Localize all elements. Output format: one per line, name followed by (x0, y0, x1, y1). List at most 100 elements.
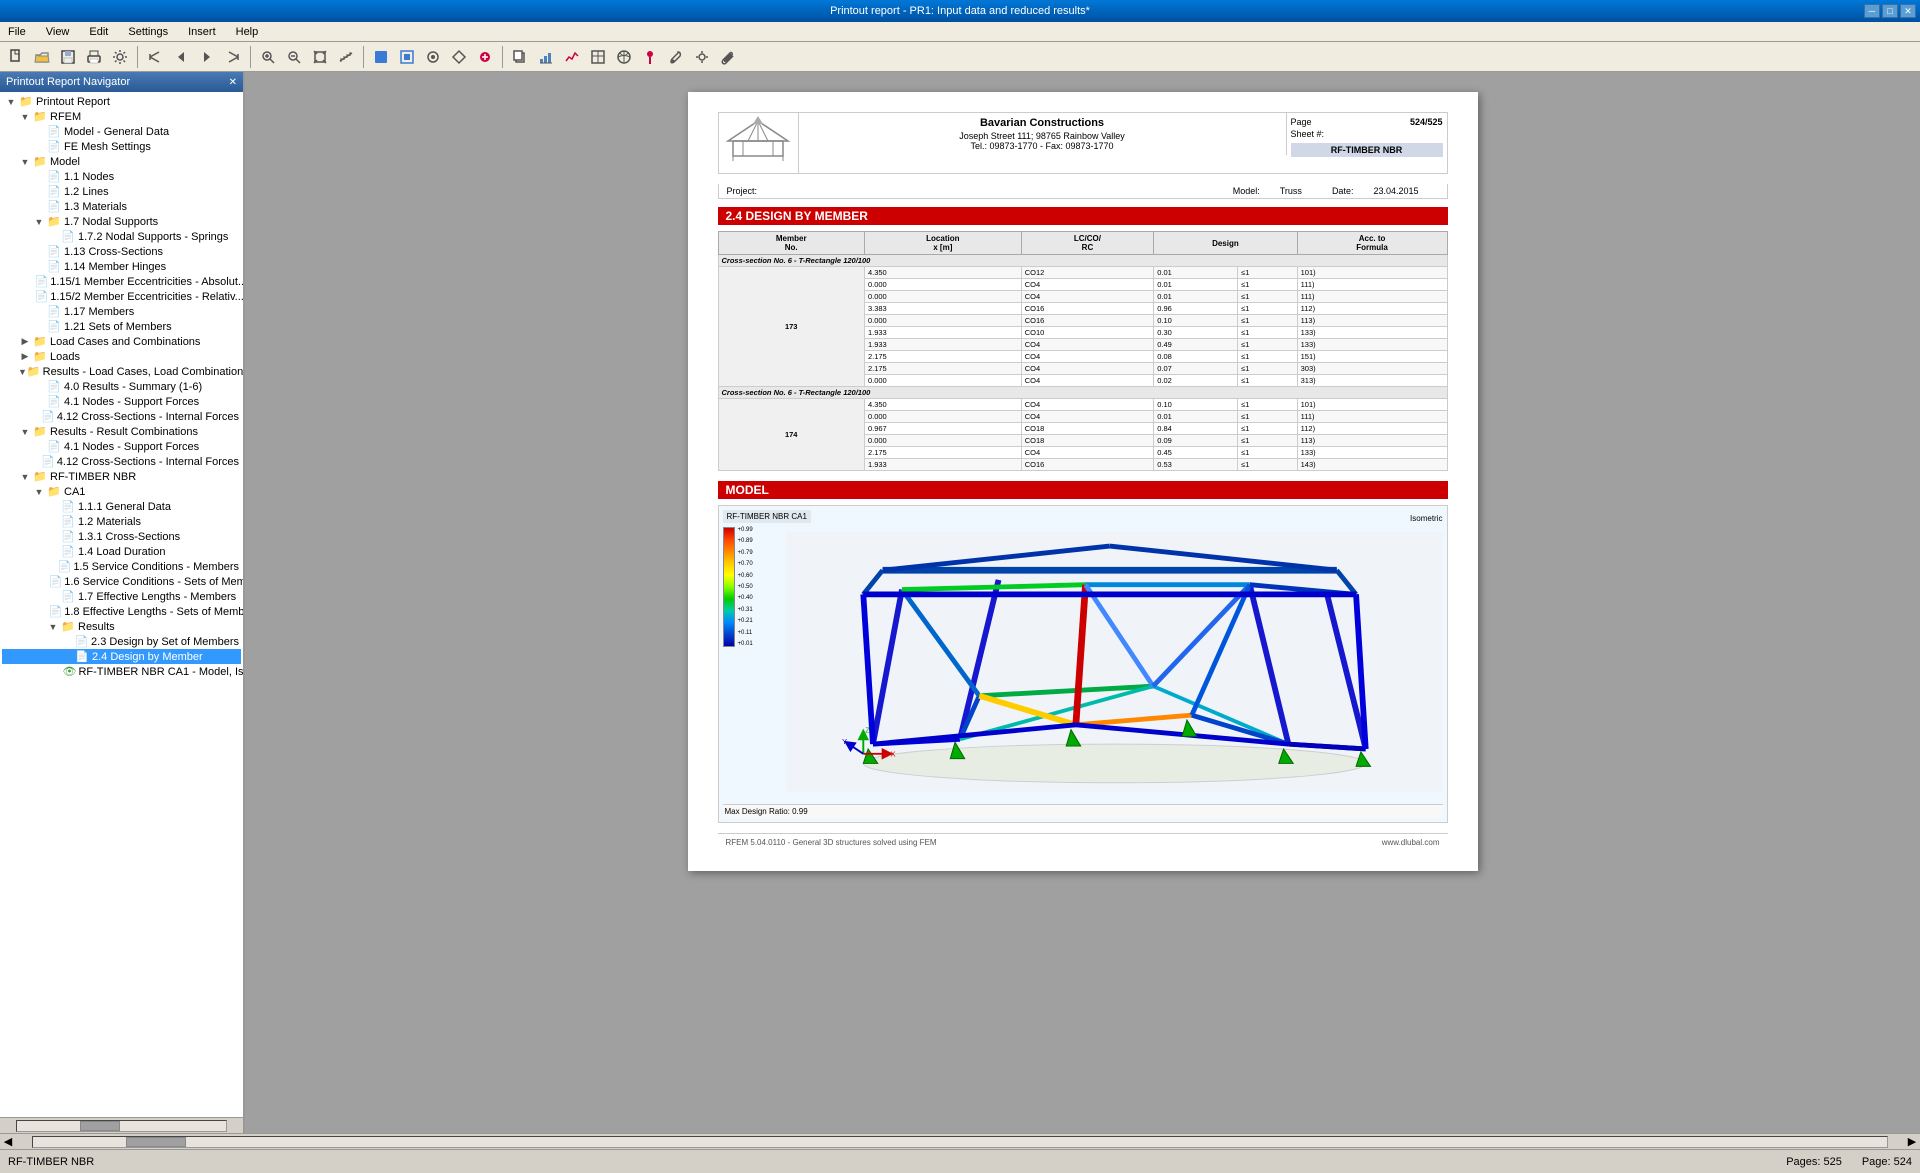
tree-item-model[interactable]: ▼ 📁 Model (2, 154, 241, 169)
tree-item-nodal-springs[interactable]: 📄 1.7.2 Nodal Supports - Springs (2, 229, 241, 244)
tree-item-load-duration[interactable]: 📄 1.4 Load Duration (2, 544, 241, 559)
ratio: 0.01 (1154, 411, 1238, 423)
tree-item-eff-lengths-sets[interactable]: 📄 1.8 Effective Lengths - Sets of Member… (2, 604, 241, 619)
tree-arrow: ▼ (18, 112, 32, 122)
menu-help[interactable]: Help (232, 24, 263, 40)
section-title: 2.4 DESIGN BY MEMBER (726, 209, 868, 223)
toolbar-settings[interactable] (108, 45, 132, 69)
toolbar-select2[interactable] (395, 45, 419, 69)
tree-item-sets[interactable]: 📄 1.21 Sets of Members (2, 319, 241, 334)
toolbar-zoom-in[interactable] (256, 45, 280, 69)
toolbar-prev[interactable] (169, 45, 193, 69)
scroll-left-btn[interactable]: ◀ (0, 1135, 16, 1148)
toolbar-select5[interactable] (473, 45, 497, 69)
toolbar-new[interactable] (4, 45, 28, 69)
toolbar-table[interactable] (586, 45, 610, 69)
tree-item-results-rc[interactable]: ▼ 📁 Results - Result Combinations (2, 424, 241, 439)
toolbar-save[interactable] (56, 45, 80, 69)
scroll-thumb[interactable] (126, 1137, 186, 1147)
toolbar-fit[interactable] (308, 45, 332, 69)
tree-item-design-member[interactable]: 📄 2.4 Design by Member (2, 649, 241, 664)
toolbar-next-next[interactable] (221, 45, 245, 69)
tree-item-members[interactable]: 📄 1.17 Members (2, 304, 241, 319)
tree-item-root[interactable]: ▼ 📁 Printout Report (2, 94, 241, 109)
tree-item-results-ca1[interactable]: ▼ 📁 Results (2, 619, 241, 634)
tree-item-materials-ca1[interactable]: 📄 1.2 Materials (2, 514, 241, 529)
tree-item-results-summary[interactable]: 📄 4.0 Results - Summary (1-6) (2, 379, 241, 394)
tree-item-model-general[interactable]: 📄 Model - General Data (2, 124, 241, 139)
tree-item-cs-if[interactable]: 📄 4.12 Cross-Sections - Internal Forces (2, 409, 241, 424)
content-area[interactable]: Bavarian Constructions Joseph Street 111… (245, 72, 1920, 1133)
folder-icon: 📁 (32, 110, 48, 123)
panel-h-scrollbar[interactable] (0, 1117, 243, 1133)
tree-item-rf-timber[interactable]: ▼ 📁 RF-TIMBER NBR (2, 469, 241, 484)
tree-item-design-set[interactable]: 📄 2.3 Design by Set of Members (2, 634, 241, 649)
tree-item-fe-mesh[interactable]: 📄 FE Mesh Settings (2, 139, 241, 154)
minimize-button[interactable]: ─ (1864, 4, 1880, 18)
tree-item-model-view[interactable]: 👁 RF-TIMBER NBR CA1 - Model, Isome... (2, 664, 241, 679)
tree-item-cross-sections[interactable]: 📄 1.13 Cross-Sections (2, 244, 241, 259)
toolbar-paperclip[interactable] (716, 45, 740, 69)
model-label: RF-TIMBER NBR CA1 (723, 510, 811, 523)
menu-insert[interactable]: Insert (184, 24, 220, 40)
toolbar-prev-prev[interactable] (143, 45, 167, 69)
tree-item-ecc-abs[interactable]: 📄 1.15/1 Member Eccentricities - Absolut… (2, 274, 241, 289)
menu-file[interactable]: File (4, 24, 30, 40)
tree-item-eff-lengths[interactable]: 📄 1.7 Effective Lengths - Members (2, 589, 241, 604)
tree-label: CA1 (64, 486, 85, 498)
toolbar-wrench[interactable] (664, 45, 688, 69)
toolbar-open[interactable] (30, 45, 54, 69)
lcco: CO18 (1021, 423, 1154, 435)
col-location: Locationx [m] (864, 232, 1021, 255)
content-h-scrollbar[interactable]: ◀ ▶ (0, 1133, 1920, 1149)
scroll-right-btn[interactable]: ▶ (1904, 1135, 1920, 1148)
toolbar-map[interactable] (612, 45, 636, 69)
toolbar-select4[interactable] (447, 45, 471, 69)
toolbar-pin[interactable] (638, 45, 662, 69)
tree-item-service-cond-sets[interactable]: 📄 1.6 Service Conditions - Sets of Membe… (2, 574, 241, 589)
tree-item-rfem[interactable]: ▼ 📁 RFEM (2, 109, 241, 124)
toolbar-diagram[interactable] (560, 45, 584, 69)
location: 2.175 (864, 363, 1021, 375)
toolbar-select3[interactable] (421, 45, 445, 69)
maximize-button[interactable]: □ (1882, 4, 1898, 18)
tree-item-nodes[interactable]: 📄 1.1 Nodes (2, 169, 241, 184)
tree-item-nodal-supports[interactable]: ▼ 📁 1.7 Nodal Supports (2, 214, 241, 229)
tree-item-load-cases[interactable]: ▶ 📁 Load Cases and Combinations (2, 334, 241, 349)
date-value: 23.04.2015 (1373, 186, 1418, 196)
menu-settings[interactable]: Settings (124, 24, 172, 40)
tree-item-ca1[interactable]: ▼ 📁 CA1 (2, 484, 241, 499)
menu-view[interactable]: View (42, 24, 74, 40)
sign: ≤1 (1238, 339, 1297, 351)
sheet-row: Sheet #: (1291, 129, 1443, 139)
close-button[interactable]: ✕ (1900, 4, 1916, 18)
tree-item-nodes-sf-rc[interactable]: 📄 4.1 Nodes - Support Forces (2, 439, 241, 454)
toolbar-config[interactable] (690, 45, 714, 69)
tree-item-cs-if-rc[interactable]: 📄 4.12 Cross-Sections - Internal Forces (2, 454, 241, 469)
panel-close-button[interactable]: ✕ (229, 77, 237, 88)
tree-item-materials[interactable]: 📄 1.3 Materials (2, 199, 241, 214)
tree-item-service-cond[interactable]: 📄 1.5 Service Conditions - Members (2, 559, 241, 574)
tree-item-general-data[interactable]: 📄 1.1.1 General Data (2, 499, 241, 514)
tree-label: 1.1.1 General Data (78, 501, 171, 513)
tree-item-results-lc[interactable]: ▼ 📁 Results - Load Cases, Load Combinati… (2, 364, 241, 379)
menu-edit[interactable]: Edit (85, 24, 112, 40)
acc: 112) (1297, 303, 1447, 315)
panel-scroll-thumb[interactable] (80, 1121, 120, 1131)
toolbar-next[interactable] (195, 45, 219, 69)
col-acc: Acc. toFormula (1297, 232, 1447, 255)
toolbar-print[interactable] (82, 45, 106, 69)
tree-item-nodes-sf[interactable]: 📄 4.1 Nodes - Support Forces (2, 394, 241, 409)
tree-item-cs-ca1[interactable]: 📄 1.3.1 Cross-Sections (2, 529, 241, 544)
toolbar-copy[interactable] (508, 45, 532, 69)
toolbar-chart[interactable] (534, 45, 558, 69)
table-row: 173 4.350 CO12 0.01 ≤1 101) (718, 267, 1447, 279)
toolbar-measure[interactable] (334, 45, 358, 69)
tree-item-loads[interactable]: ▶ 📁 Loads (2, 349, 241, 364)
toolbar-select1[interactable] (369, 45, 393, 69)
tree-item-lines[interactable]: 📄 1.2 Lines (2, 184, 241, 199)
tree-item-hinges[interactable]: 📄 1.14 Member Hinges (2, 259, 241, 274)
model-label: Model: (1233, 186, 1260, 196)
toolbar-zoom-out[interactable] (282, 45, 306, 69)
tree-item-ecc-rel[interactable]: 📄 1.15/2 Member Eccentricities - Relativ… (2, 289, 241, 304)
